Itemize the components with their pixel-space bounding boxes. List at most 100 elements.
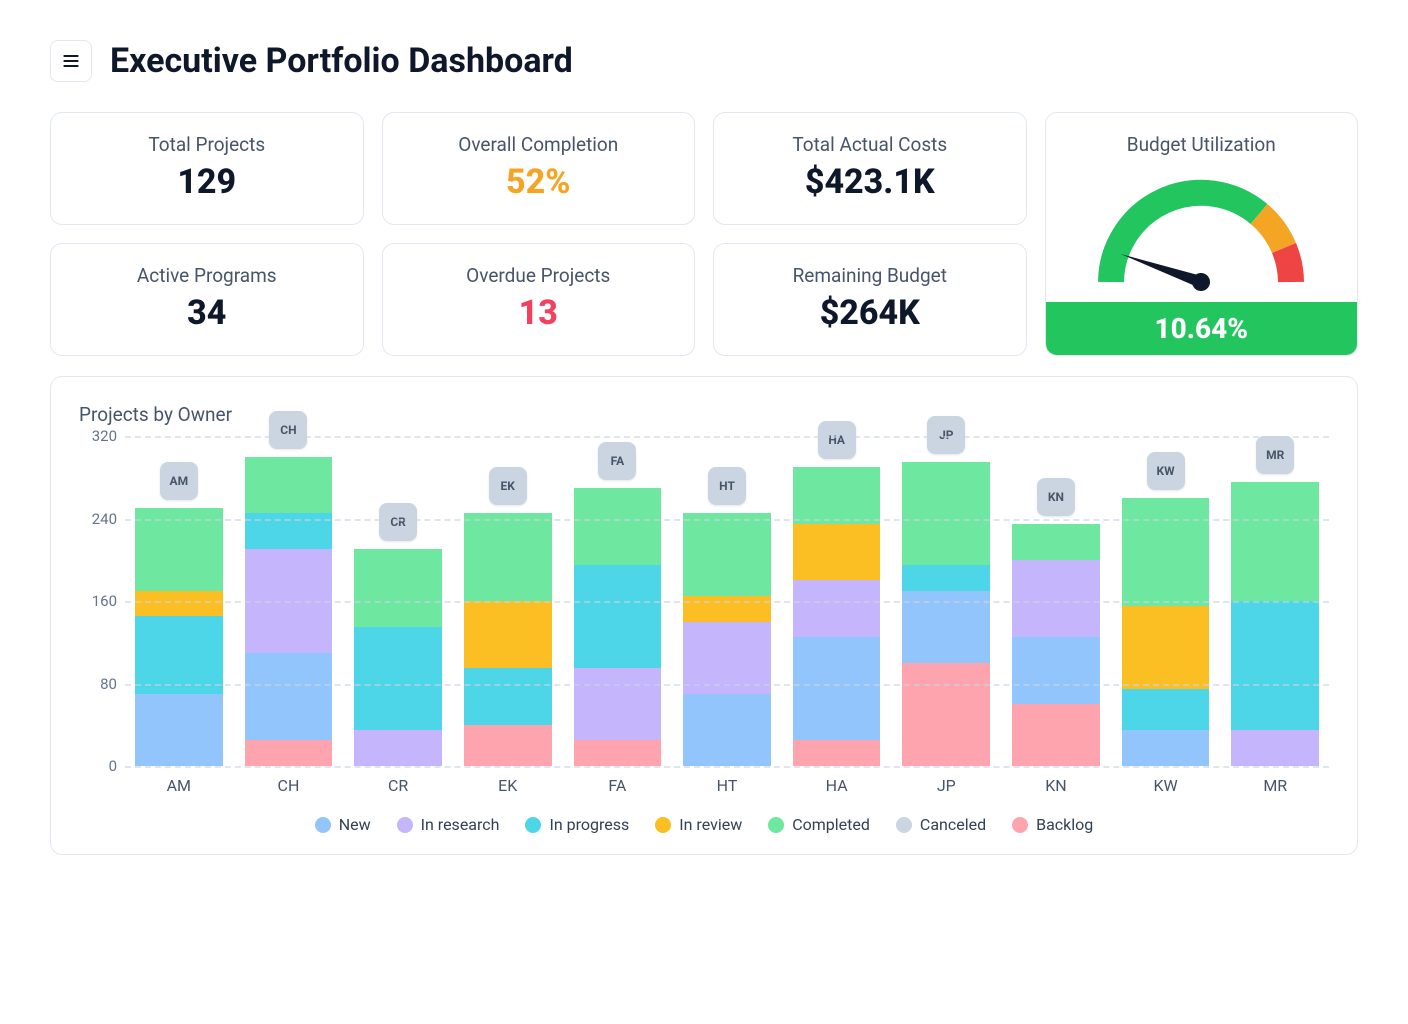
- legend-swatch: [1012, 817, 1028, 833]
- segment-completed: [793, 467, 881, 524]
- x-tick: MR: [1231, 776, 1319, 795]
- x-tick: HT: [683, 776, 771, 795]
- segment-backlog: [464, 725, 552, 766]
- segment-completed: [1012, 524, 1100, 560]
- legend-backlog: Backlog: [1012, 815, 1093, 834]
- owner-avatar-HT: HT: [708, 467, 746, 505]
- kpi-label: Overall Completion: [403, 133, 675, 156]
- segment-in-progress: [135, 616, 223, 693]
- segment-new: [1012, 637, 1100, 704]
- segment-in-research: [574, 668, 662, 740]
- y-tick: 320: [92, 427, 117, 445]
- kpi-value: 13: [403, 293, 675, 333]
- segment-new: [793, 637, 881, 740]
- segment-in-research: [1012, 560, 1100, 637]
- y-tick: 0: [109, 757, 117, 775]
- segment-new: [245, 653, 333, 741]
- kpi-value: $264K: [734, 293, 1006, 333]
- segment-completed: [574, 488, 662, 565]
- kpi-budget-utilization: Budget Utilization 10.64%: [1045, 112, 1359, 356]
- segment-new: [135, 694, 223, 766]
- kpi-label: Remaining Budget: [734, 264, 1006, 287]
- legend-in-review: In review: [655, 815, 742, 834]
- segment-in-review: [464, 601, 552, 668]
- segment-completed: [683, 513, 771, 596]
- segment-in-progress: [902, 565, 990, 591]
- segment-backlog: [574, 740, 662, 766]
- owner-avatar-FA: FA: [598, 442, 636, 480]
- segment-in-progress: [1122, 689, 1210, 730]
- kpi-card-5: Remaining Budget $264K: [713, 243, 1027, 356]
- owner-avatar-MR: MR: [1256, 436, 1294, 474]
- legend-swatch: [315, 817, 331, 833]
- owner-avatar-KW: KW: [1147, 452, 1185, 490]
- owner-avatar-AM: AM: [160, 462, 198, 500]
- segment-in-review: [135, 591, 223, 617]
- page-title: Executive Portfolio Dashboard: [110, 41, 573, 81]
- segment-in-progress: [574, 565, 662, 668]
- kpi-value: 129: [71, 162, 343, 202]
- gauge-chart: [1091, 162, 1311, 302]
- segment-completed: [902, 462, 990, 565]
- hamburger-icon: [61, 51, 81, 71]
- y-tick: 160: [92, 592, 117, 610]
- segment-in-review: [793, 524, 881, 581]
- segment-completed: [354, 549, 442, 626]
- segment-in-research: [1231, 730, 1319, 766]
- kpi-card-1: Overall Completion 52%: [382, 112, 696, 225]
- segment-completed: [1122, 498, 1210, 606]
- x-tick: FA: [574, 776, 662, 795]
- kpi-card-3: Active Programs 34: [50, 243, 364, 356]
- kpi-card-4: Overdue Projects 13: [382, 243, 696, 356]
- segment-in-review: [683, 596, 771, 622]
- x-tick: HA: [793, 776, 881, 795]
- legend-in-progress: In progress: [525, 815, 629, 834]
- segment-backlog: [902, 663, 990, 766]
- legend-swatch: [655, 817, 671, 833]
- owner-avatar-CH: CH: [269, 411, 307, 449]
- segment-completed: [135, 508, 223, 591]
- segment-new: [1122, 730, 1210, 766]
- gauge-value: 10.64%: [1046, 302, 1358, 355]
- kpi-value: 52%: [403, 162, 675, 202]
- x-tick: CR: [354, 776, 442, 795]
- segment-backlog: [793, 740, 881, 766]
- kpi-value: $423.1K: [734, 162, 1006, 202]
- kpi-card-2: Total Actual Costs $423.1K: [713, 112, 1027, 225]
- projects-by-owner-chart: Projects by Owner 0 80 160 240 320 AM CH CR EK F…: [50, 376, 1358, 855]
- x-tick: JP: [902, 776, 990, 795]
- segment-new: [683, 694, 771, 766]
- legend-completed: Completed: [768, 815, 870, 834]
- menu-button[interactable]: [50, 40, 92, 82]
- owner-avatar-EK: EK: [489, 467, 527, 505]
- kpi-value: 34: [71, 293, 343, 333]
- segment-completed: [1231, 482, 1319, 601]
- x-tick: KN: [1012, 776, 1100, 795]
- segment-in-review: [1122, 606, 1210, 689]
- x-tick: CH: [245, 776, 333, 795]
- y-tick: 80: [100, 675, 117, 693]
- kpi-label: Total Actual Costs: [734, 133, 1006, 156]
- segment-backlog: [1012, 704, 1100, 766]
- segment-in-progress: [1231, 601, 1319, 730]
- legend-swatch: [768, 817, 784, 833]
- x-tick: AM: [135, 776, 223, 795]
- x-tick: KW: [1122, 776, 1210, 795]
- legend-in-research: In research: [397, 815, 500, 834]
- owner-avatar-JP: JP: [927, 416, 965, 454]
- chart-title: Projects by Owner: [79, 403, 1329, 426]
- segment-in-research: [793, 580, 881, 637]
- owner-avatar-CR: CR: [379, 503, 417, 541]
- owner-avatar-KN: KN: [1037, 478, 1075, 516]
- legend-swatch: [896, 817, 912, 833]
- segment-completed: [464, 513, 552, 601]
- kpi-label: Budget Utilization: [1064, 133, 1340, 156]
- segment-backlog: [245, 740, 333, 766]
- x-tick: EK: [464, 776, 552, 795]
- legend-new: New: [315, 815, 371, 834]
- kpi-label: Total Projects: [71, 133, 343, 156]
- kpi-label: Overdue Projects: [403, 264, 675, 287]
- y-tick: 240: [92, 510, 117, 528]
- legend-swatch: [397, 817, 413, 833]
- segment-completed: [245, 457, 333, 514]
